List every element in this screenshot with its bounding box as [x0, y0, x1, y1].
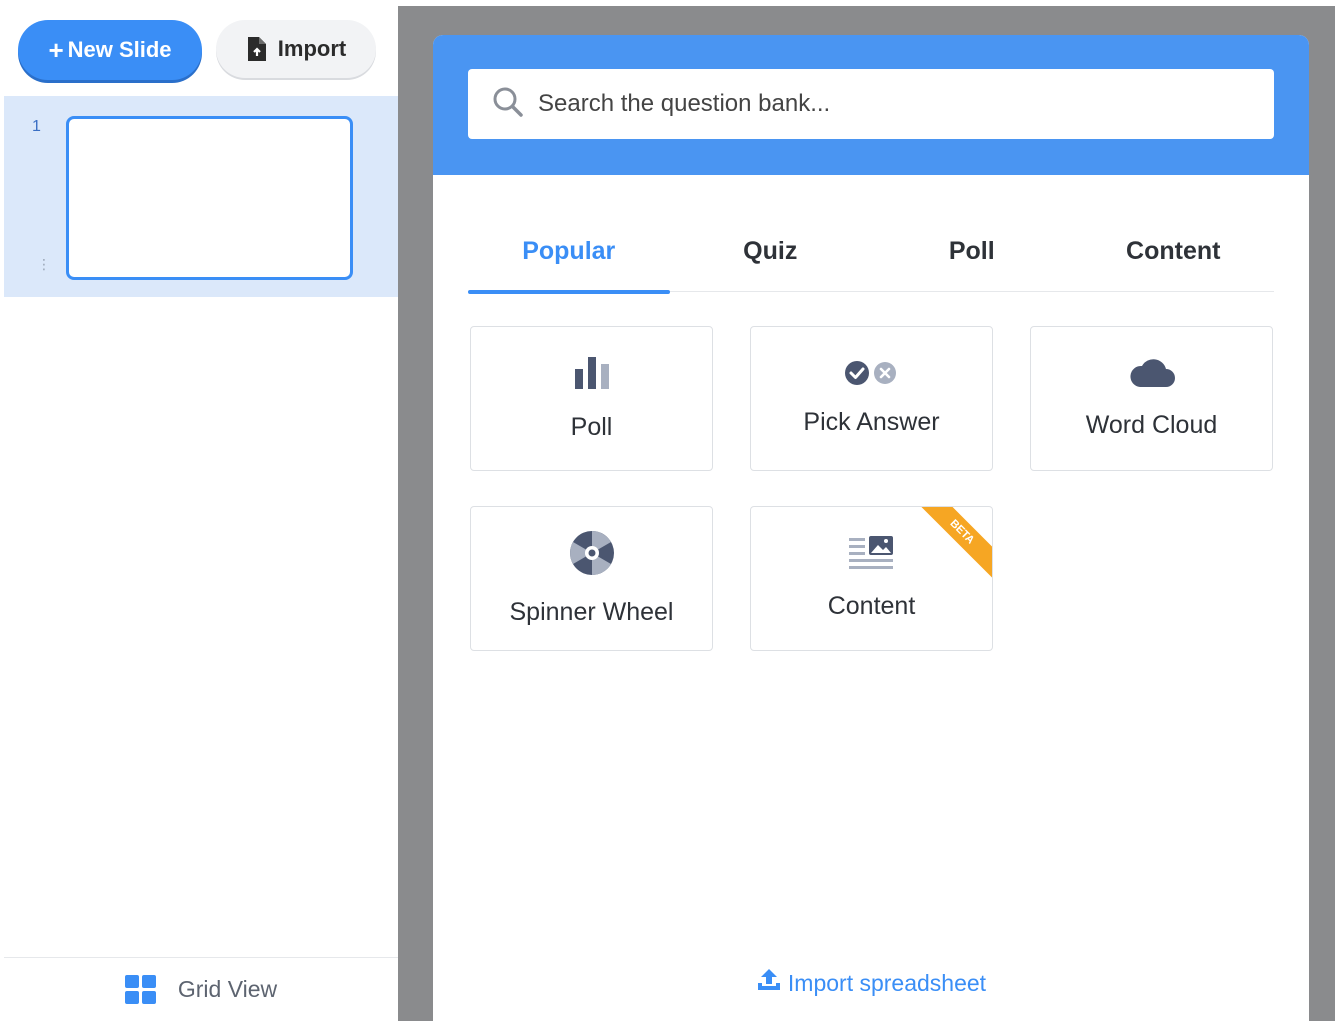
tab-quiz[interactable]: Quiz — [670, 210, 872, 292]
grid-view-button[interactable]: Grid View — [4, 957, 398, 1021]
import-button[interactable]: Import — [216, 20, 376, 78]
modal-header — [433, 35, 1309, 175]
slide-list-item[interactable]: 1 ⋮ — [4, 96, 398, 297]
card-label: Poll — [570, 413, 613, 441]
cloud-icon — [1128, 357, 1176, 389]
question-bank-modal: Popular Quiz Poll Content Poll Pick Answ… — [433, 35, 1309, 1021]
new-slide-button[interactable]: + New Slide — [18, 20, 202, 80]
spinner-wheel-icon — [569, 530, 615, 576]
card-pick-answer[interactable]: Pick Answer — [750, 326, 993, 471]
new-slide-label: New Slide — [67, 37, 172, 62]
search-box[interactable] — [468, 69, 1274, 139]
card-content[interactable]: Content BETA — [750, 506, 993, 651]
import-label: Import — [277, 36, 347, 61]
card-poll[interactable]: Poll — [470, 326, 713, 471]
plus-icon: + — [48, 35, 64, 65]
tab-popular[interactable]: Popular — [468, 210, 670, 294]
file-upload-icon — [246, 37, 266, 61]
grid-icon — [124, 975, 156, 1004]
card-label: Spinner Wheel — [509, 598, 674, 626]
card-spinner-wheel[interactable]: Spinner Wheel — [470, 506, 713, 651]
tab-poll[interactable]: Poll — [871, 210, 1073, 292]
check-x-icon — [844, 360, 900, 386]
grid-view-label: Grid View — [177, 976, 278, 1002]
beta-badge: BETA — [911, 507, 992, 583]
content-icon — [848, 536, 895, 570]
slide-thumbnail[interactable] — [66, 116, 353, 280]
card-label: Content — [827, 592, 916, 620]
card-word-cloud[interactable]: Word Cloud — [1030, 326, 1273, 471]
slide-number: 1 — [32, 118, 41, 135]
card-label: Word Cloud — [1085, 411, 1218, 439]
tab-content[interactable]: Content — [1073, 210, 1275, 292]
search-input[interactable] — [538, 90, 1238, 118]
bar-chart-icon — [573, 355, 611, 391]
sidebar-toolbar: + New Slide Import — [0, 0, 398, 96]
upload-icon — [756, 967, 782, 999]
import-spreadsheet-link[interactable]: Import spreadsheet — [433, 965, 1309, 1001]
slides-sidebar: + New Slide Import 1 ⋮ Grid View — [0, 0, 398, 1021]
drag-handle-icon[interactable]: ⋮ — [37, 256, 51, 273]
import-spreadsheet-label: Import spreadsheet — [787, 969, 987, 996]
card-label: Pick Answer — [803, 408, 940, 436]
search-icon — [492, 86, 524, 123]
category-tabs: Popular Quiz Poll Content — [468, 210, 1275, 294]
